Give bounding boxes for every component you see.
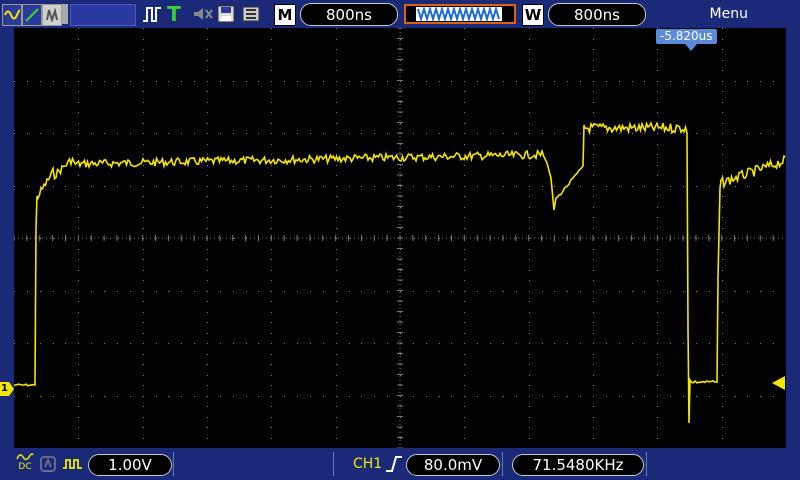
ch1-ground-marker[interactable]: 1 <box>0 382 14 396</box>
ch1-marker-label: 1 <box>1 383 8 394</box>
pulse-icon[interactable] <box>142 4 162 24</box>
ramp-wave-icon[interactable] <box>22 4 42 26</box>
timebase-display[interactable]: 800ns <box>300 3 398 26</box>
top-toolbar: T M 800ns W 800ns Menu <box>0 0 800 28</box>
waveform-display <box>13 27 786 449</box>
gray-bar-icon <box>62 4 68 24</box>
separator <box>502 452 503 476</box>
coupling-indicator[interactable]: DC <box>16 452 34 474</box>
waveform-canvas <box>13 27 786 449</box>
coupling-label: DC <box>18 462 32 472</box>
trigger-source-label[interactable]: CH1 <box>353 456 382 472</box>
separator <box>333 452 334 476</box>
trigger-level-display[interactable]: 80.0mV <box>406 454 500 476</box>
frequency-display[interactable]: 71.5480KHz <box>512 454 644 476</box>
sine-wave-icon[interactable] <box>2 4 22 26</box>
coupling-wave-icon <box>16 453 34 461</box>
menu-button[interactable]: Menu <box>710 6 748 22</box>
volts-per-div-display[interactable]: 1.00V <box>88 454 172 476</box>
trigger-position-arrow <box>685 44 697 51</box>
main-timebase-marker: M <box>274 4 296 26</box>
blank-indicator <box>70 4 136 26</box>
memory-window-bar[interactable] <box>404 4 516 24</box>
save-icon[interactable] <box>216 4 236 24</box>
trigger-level-marker[interactable] <box>771 376 785 390</box>
window-timebase-marker: W <box>522 4 544 26</box>
speaker-icon[interactable] <box>192 4 214 24</box>
persist-icon[interactable] <box>42 4 62 26</box>
rising-edge-icon[interactable] <box>384 454 404 474</box>
trigger-offset-label: -5.820us <box>656 29 717 44</box>
window-timebase-display[interactable]: 800ns <box>548 3 646 26</box>
bw-limit-icon[interactable] <box>38 455 58 473</box>
invert-icon[interactable] <box>62 456 84 472</box>
usb-storage-icon[interactable] <box>240 4 262 24</box>
separator <box>173 452 174 476</box>
separator <box>646 452 647 476</box>
graticule <box>13 27 786 449</box>
trigger-mode-icon[interactable]: T <box>166 2 182 26</box>
